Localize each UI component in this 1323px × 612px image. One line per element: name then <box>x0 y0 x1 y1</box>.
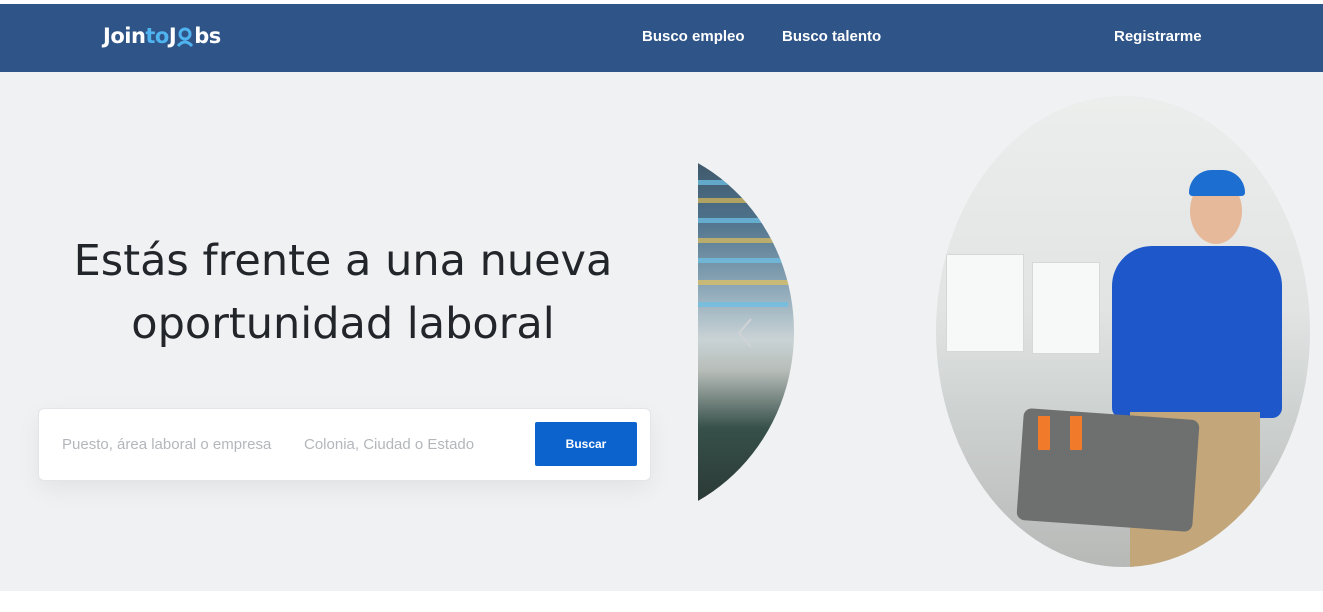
search-card: Buscar <box>38 408 651 481</box>
location-search-input[interactable] <box>304 425 514 463</box>
logo-text-join: Join <box>103 24 146 48</box>
photo-shelf <box>698 238 788 243</box>
page-bottom <box>0 591 1323 612</box>
chevron-left-icon[interactable] <box>735 316 759 350</box>
register-link[interactable]: Registrarme <box>1114 28 1202 45</box>
photo-shelf <box>698 198 788 203</box>
carousel-image-worker <box>936 96 1310 567</box>
worker-cap <box>1189 170 1245 196</box>
search-button[interactable]: Buscar <box>535 422 637 466</box>
hero-title-line-2: oportunidad laboral <box>131 299 555 349</box>
jointojobs-logo[interactable]: JointoJ bs <box>103 24 221 54</box>
photo-shelf <box>698 258 788 263</box>
wall-frame <box>946 254 1024 352</box>
wall-frame <box>1032 262 1100 354</box>
photo-shelf <box>698 180 788 185</box>
hero-title: Estás frente a una nueva oportunidad lab… <box>40 230 646 356</box>
photo-shelf <box>698 218 788 223</box>
logo-text-j: J <box>168 24 177 48</box>
toolbox-latch <box>1070 416 1082 450</box>
nav-link-busco-empleo[interactable]: Busco empleo <box>642 28 745 45</box>
navbar: JointoJ bs Busco empleo Busco talento Reg… <box>0 4 1323 72</box>
job-search-input[interactable] <box>62 425 272 463</box>
person-icon <box>176 24 194 48</box>
logo-text-bs: bs <box>194 24 221 48</box>
nav-link-busco-talento[interactable]: Busco talento <box>782 28 881 45</box>
hero-section: Estás frente a una nueva oportunidad lab… <box>0 72 1323 591</box>
toolbox-latch <box>1038 416 1050 450</box>
logo-text-to: to <box>145 24 169 48</box>
logo-text-jobs: Jbs <box>169 24 221 48</box>
photo-shelf <box>698 280 788 285</box>
worker-shirt <box>1112 246 1282 418</box>
photo-shelf <box>698 302 788 307</box>
hero-title-line-1: Estás frente a una nueva <box>73 236 613 286</box>
